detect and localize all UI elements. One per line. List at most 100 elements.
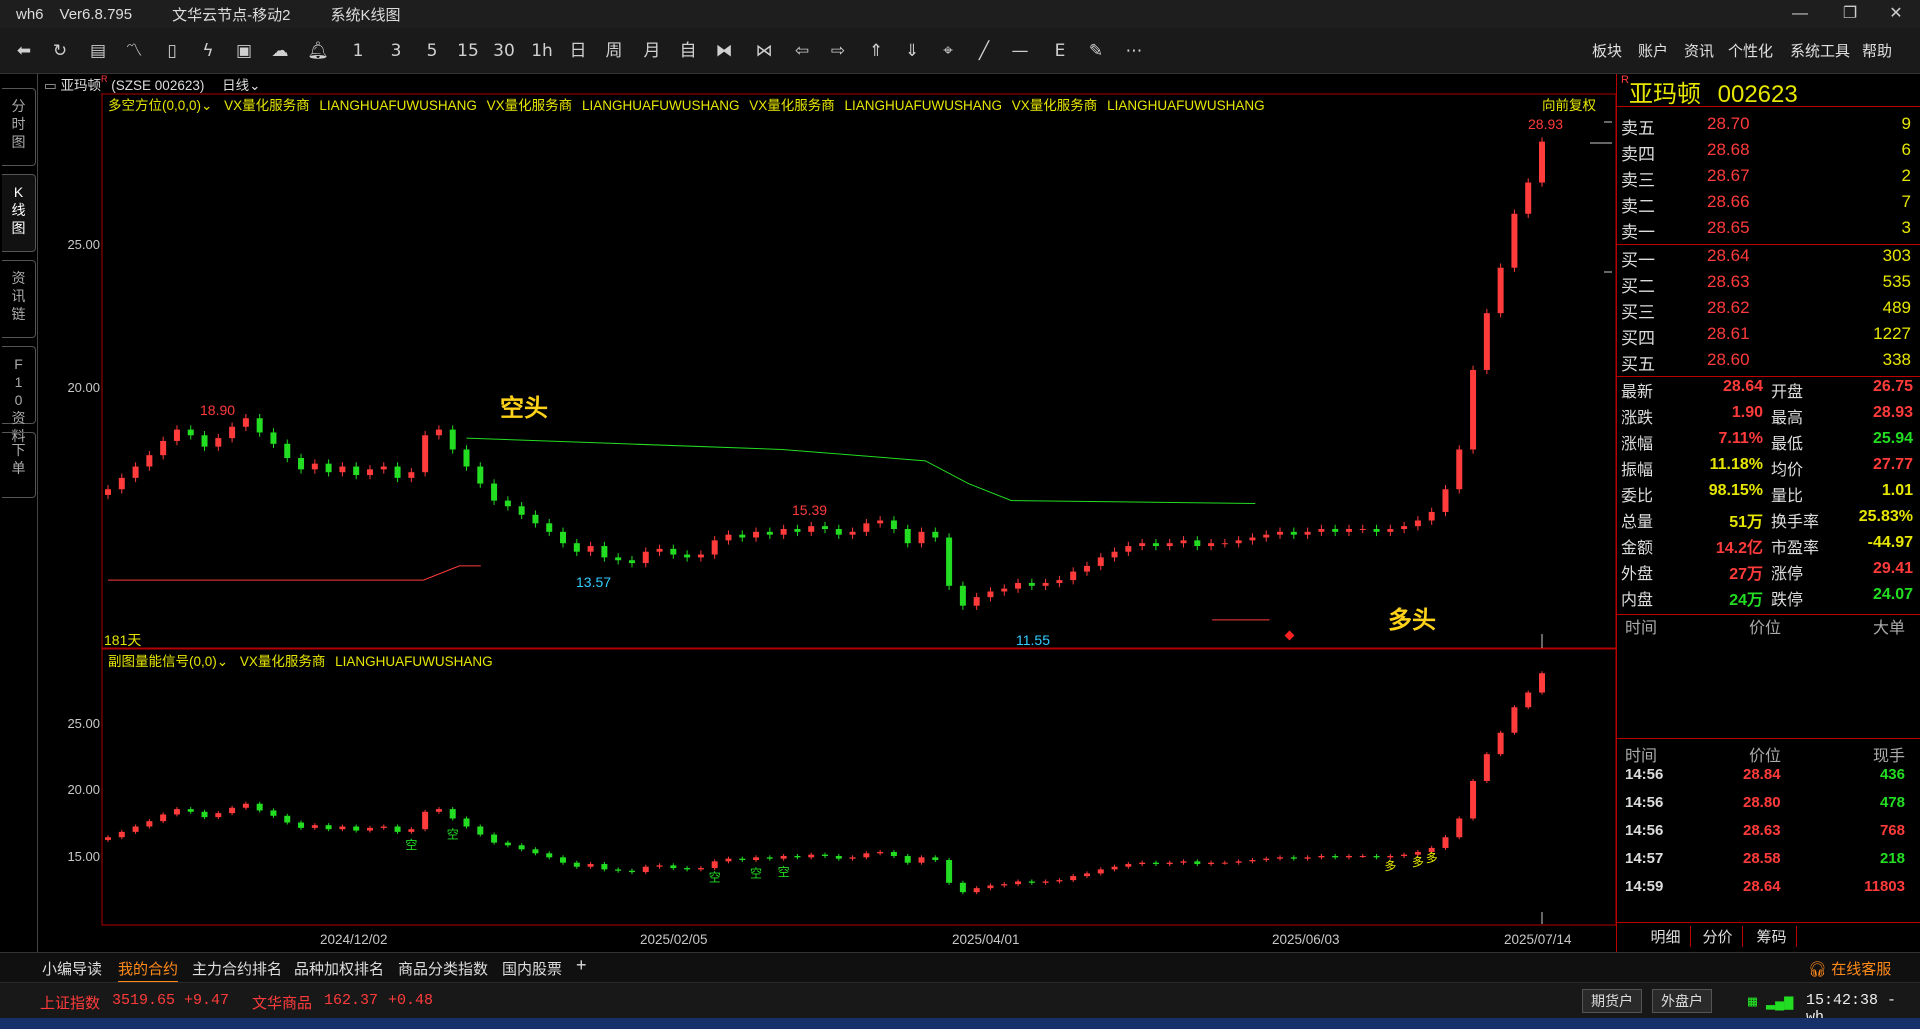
tick-row[interactable]: 14:56 28.63 768 — [1617, 822, 1917, 850]
tab-weighted-rank[interactable]: 品种加权排名 — [294, 958, 384, 979]
candle-body — [1221, 543, 1228, 545]
candle-body — [601, 546, 608, 558]
sell-signal-icon: 空 — [750, 866, 762, 880]
stat-label: 涨停 — [1771, 566, 1804, 583]
stat-r-8: 跌停 24.07 — [1767, 586, 1919, 612]
sub-candle-body — [408, 829, 415, 832]
sub-indicator-name[interactable]: 副图量能信号(0,0) — [108, 654, 217, 669]
candle-body — [739, 534, 746, 538]
candle-body — [1070, 571, 1077, 581]
bid-row[interactable]: 买一 28.64 303 — [1617, 246, 1917, 272]
candle-body — [1277, 531, 1284, 535]
candle-body — [1414, 520, 1421, 527]
tab-category-index[interactable]: 商品分类指数 — [398, 958, 488, 979]
stat-label: 涨跌 — [1621, 410, 1654, 427]
ask-price: 28.66 — [1707, 192, 1750, 211]
sub-indicator-header: 副图量能信号(0,0)⌄ VX量化服务商 LIANGHUAFUWUSHANG — [108, 650, 493, 670]
sub-candle-body — [890, 851, 897, 856]
online-service[interactable]: 🎧︎ 在线客服 — [1808, 958, 1891, 979]
sub-candle-body — [973, 888, 980, 893]
candle-body — [753, 531, 760, 538]
sub-candle-body — [753, 857, 760, 861]
bid-row[interactable]: 买五 28.60 338 — [1617, 350, 1917, 376]
vendor-text: VX量化服务商 — [749, 98, 835, 113]
sub-candle-body — [1511, 707, 1518, 733]
tick-volume: 436 — [1879, 766, 1905, 783]
ask-label: 卖二 — [1621, 197, 1655, 216]
sub-candle-body — [449, 809, 456, 819]
candle-body — [973, 597, 980, 606]
candle-body — [1263, 534, 1270, 538]
tab-detail[interactable]: 明细 — [1641, 926, 1691, 947]
stat-3: 振幅 11.18% — [1617, 456, 1769, 482]
sub-candle-body — [325, 825, 332, 830]
headset-icon: 🎧︎ — [1808, 961, 1828, 978]
tab-domestic-stocks[interactable]: 国内股票 — [502, 958, 562, 979]
ask-row[interactable]: 卖一 28.65 3 — [1617, 218, 1917, 244]
sub-candle-body — [1387, 856, 1394, 858]
futures-account-button[interactable]: 期货户 — [1582, 989, 1642, 1013]
sub-candle-body — [1470, 780, 1477, 819]
candle-body — [1083, 565, 1090, 572]
candle-body — [201, 435, 208, 447]
bull-line — [108, 565, 481, 581]
tick-row[interactable]: 14:56 28.84 436 — [1617, 766, 1917, 794]
candle-body — [408, 472, 415, 478]
tab-my-contracts[interactable]: 我的合约 — [118, 958, 179, 983]
ask-row[interactable]: 卖四 28.68 6 — [1617, 140, 1917, 166]
sub-candle-body — [435, 809, 442, 812]
main-indicator-name[interactable]: 多空方位(0,0,0) — [108, 98, 201, 113]
quote-header: R亚玛顿 002623 — [1621, 74, 1798, 109]
index1-change: +9.47 — [184, 992, 230, 1009]
candle-body — [1180, 540, 1187, 544]
foreign-account-button[interactable]: 外盘户 — [1652, 989, 1712, 1013]
candle-body — [1152, 543, 1159, 547]
tab-editor-guide[interactable]: 小编导读 — [42, 958, 102, 979]
bid-row[interactable]: 买二 28.63 535 — [1617, 272, 1917, 298]
candle-body — [1428, 511, 1435, 521]
add-tab-icon[interactable]: + — [576, 955, 587, 976]
sub-candle-body — [1401, 854, 1408, 856]
annotation-high-2: 15.39 — [792, 502, 828, 518]
candle-body — [270, 432, 277, 444]
tab-main-rank[interactable]: 主力合约排名 — [192, 958, 282, 979]
ask-volume: 7 — [1901, 192, 1911, 211]
ask-row[interactable]: 卖二 28.66 7 — [1617, 192, 1917, 218]
tick-row[interactable]: 14:57 28.58 218 — [1617, 850, 1917, 878]
candle-body — [105, 489, 111, 495]
tick-header-price: 价位 — [1749, 748, 1782, 765]
candle-body — [1111, 551, 1118, 558]
stat-value: 26.75 — [1872, 378, 1913, 395]
ask-row[interactable]: 卖三 28.67 2 — [1617, 166, 1917, 192]
sub-candle-body — [904, 856, 911, 863]
candle-body — [311, 463, 318, 470]
sub-candle-body — [642, 866, 649, 873]
chevron-down-icon[interactable]: ⌄ — [201, 98, 212, 113]
stat-r-1: 最高 28.93 — [1767, 404, 1919, 430]
candle-body — [146, 455, 153, 467]
chevron-down-icon[interactable]: ⌄ — [217, 654, 228, 669]
ask-row[interactable]: 卖五 28.70 9 — [1617, 114, 1917, 140]
candle-body — [560, 531, 567, 544]
tick-row[interactable]: 14:59 28.64 11803 — [1617, 878, 1917, 906]
candle-body — [394, 466, 401, 478]
tick-header-vol: 现手 — [1873, 748, 1906, 765]
tab-price-dist[interactable]: 分价 — [1693, 926, 1743, 947]
bid-row[interactable]: 买四 28.61 1227 — [1617, 324, 1917, 350]
bid-row[interactable]: 买三 28.62 489 — [1617, 298, 1917, 324]
sub-candle-body — [587, 864, 594, 867]
bid-volume: 1227 — [1873, 324, 1911, 343]
candle-body — [1208, 543, 1215, 547]
sub-candle-body — [229, 807, 236, 814]
candle-body — [1470, 369, 1477, 450]
sub-candle-body — [256, 803, 263, 811]
tick-price: 28.84 — [1743, 766, 1781, 783]
tick-row[interactable]: 14:56 28.80 478 — [1617, 794, 1917, 822]
candle-body — [160, 440, 167, 456]
x-label-4: 2025/06/03 — [1272, 932, 1340, 947]
tab-chips[interactable]: 筹码 — [1747, 926, 1797, 947]
candle-body — [766, 531, 773, 535]
candle-body — [725, 534, 732, 541]
stat-label: 跌停 — [1771, 592, 1804, 609]
adjust-mode[interactable]: 向前复权 — [1542, 94, 1596, 114]
